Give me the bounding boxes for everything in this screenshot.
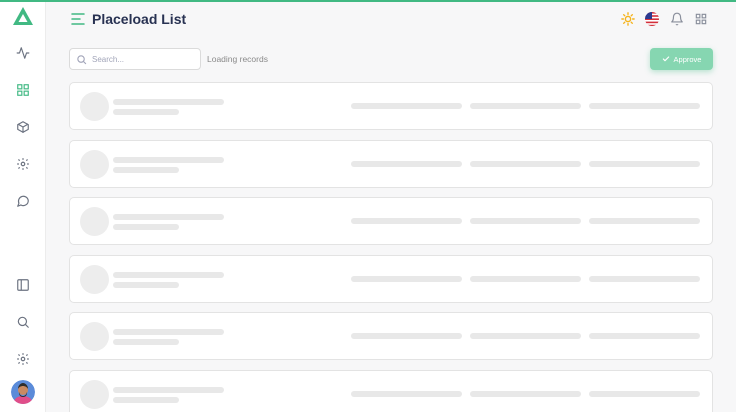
- search-field[interactable]: [69, 48, 201, 70]
- placeholder-column: [589, 103, 700, 109]
- activity-icon[interactable]: [15, 45, 31, 61]
- sun-icon[interactable]: [621, 12, 635, 26]
- sidebar: [0, 2, 46, 412]
- placeholder-column: [351, 275, 462, 282]
- placeholder-avatar: [80, 264, 109, 294]
- placeholder-subtitle: [113, 339, 179, 346]
- placeholder-subtitle: [113, 224, 179, 231]
- placeholder-subtitle: [113, 396, 179, 403]
- list-item: [69, 139, 713, 188]
- placeholder-avatar: [80, 379, 109, 409]
- check-icon: [662, 56, 669, 62]
- list-item: [69, 312, 713, 361]
- message-icon[interactable]: [15, 193, 31, 209]
- placeholder-column: [470, 333, 581, 340]
- us-flag-icon[interactable]: [645, 12, 659, 26]
- placeholder-title: [113, 99, 224, 105]
- list-item: [69, 254, 713, 303]
- placeholder-title: [113, 329, 224, 336]
- placeholder-avatar: [80, 149, 109, 179]
- placeholder-column: [589, 275, 700, 282]
- placeholder-column: [351, 218, 462, 225]
- grid-icon[interactable]: [15, 82, 31, 98]
- placeholder-column: [351, 103, 462, 109]
- placeholder-column: [470, 160, 581, 167]
- list-item: [69, 369, 713, 412]
- placeholder-column: [470, 103, 581, 109]
- list-item: [69, 82, 713, 130]
- placeholder-subtitle: [113, 281, 179, 288]
- placeholder-column: [589, 160, 700, 167]
- placeholder-column: [589, 390, 700, 397]
- placeholder-column: [470, 275, 581, 282]
- settings-icon[interactable]: [15, 351, 31, 367]
- box-icon[interactable]: [15, 119, 31, 135]
- placeholder-column: [351, 390, 462, 397]
- approve-button[interactable]: Approve: [650, 48, 713, 70]
- placeholder-column: [351, 160, 462, 167]
- search-icon: [77, 55, 87, 65]
- placeholder-title: [113, 386, 224, 393]
- placeholder-title: [113, 214, 224, 221]
- placeholder-column: [470, 390, 581, 397]
- placeholder-column: [589, 218, 700, 225]
- placeholder-avatar: [80, 92, 109, 121]
- apps-grid-icon[interactable]: [694, 12, 708, 26]
- user-avatar[interactable]: [11, 380, 35, 404]
- placeholder-title: [113, 156, 224, 163]
- search-input[interactable]: [92, 52, 196, 67]
- list-item: [69, 197, 713, 246]
- sidebar-panel-icon[interactable]: [15, 277, 31, 293]
- approve-label: Approve: [673, 54, 702, 64]
- placeholder-subtitle: [113, 109, 179, 115]
- page-title: Placeload List: [92, 11, 187, 27]
- placeholder-avatar: [80, 322, 109, 352]
- placeholder-avatar: [80, 207, 109, 237]
- status-text: Loading records: [207, 54, 268, 64]
- placeholder-column: [351, 333, 462, 340]
- placeholder-subtitle: [113, 166, 179, 173]
- placeholder-column: [470, 218, 581, 225]
- menu-icon[interactable]: [71, 12, 85, 26]
- placeload-list: [69, 82, 713, 412]
- bell-icon[interactable]: [670, 12, 684, 26]
- placeholder-title: [113, 271, 224, 278]
- app-logo[interactable]: [13, 7, 33, 25]
- search-icon[interactable]: [15, 314, 31, 330]
- placeholder-column: [589, 333, 700, 340]
- settings-icon[interactable]: [15, 156, 31, 172]
